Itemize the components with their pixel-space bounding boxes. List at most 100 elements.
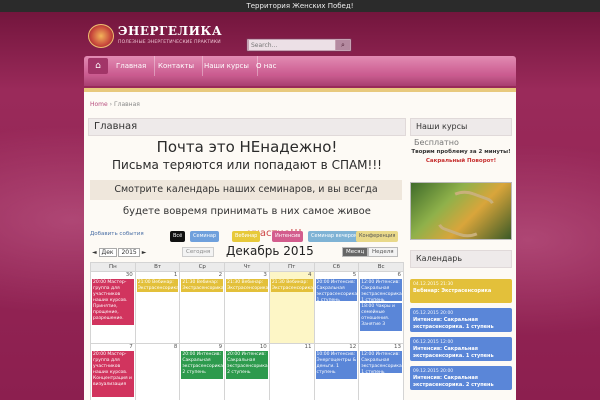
- calendar-day[interactable]: 1 21:00 Вебинар: Экстрасенсорика: [134, 271, 181, 344]
- filter-seminar[interactable]: Семинар: [190, 231, 220, 242]
- day-number: 1: [173, 272, 178, 278]
- view-month-button[interactable]: Месяц: [342, 247, 369, 257]
- calendar-event[interactable]: 18:00 Чакры и семейные отношения. Заняти…: [360, 303, 402, 331]
- weekday: Вт: [134, 262, 181, 272]
- calendar-day[interactable]: 30 20:00 Мастер-группа для участников на…: [90, 271, 136, 344]
- day-number: 9: [218, 344, 223, 350]
- calendar-day[interactable]: 3 21:30 Вебинар: Экстрасенсорика: [224, 271, 270, 344]
- sidebar-courses-title: Наши курсы: [410, 118, 512, 136]
- next-month-button[interactable]: ►: [142, 249, 147, 256]
- calendar-event[interactable]: 21:30 Вебинар: Экстрасенсорика: [226, 279, 268, 292]
- calendar-day[interactable]: 7 20:00 Мастер-группа для участников наш…: [90, 343, 136, 400]
- calendar-event[interactable]: 20:00 Интенсив: Сакральная экстрасенсори…: [181, 351, 224, 379]
- nav-item-home[interactable]: Главная: [116, 56, 156, 76]
- filter-conference[interactable]: Конференция: [356, 231, 399, 242]
- calendar-event[interactable]: 21:00 Вебинар: Экстрасенсорика: [136, 279, 179, 292]
- calendar-day[interactable]: 13 12:00 Интенсив: Сакральная экстрасенс…: [358, 343, 404, 400]
- sidebar-event[interactable]: 06.12.2015 12:00 Интенсив: Сакральная эк…: [410, 337, 512, 361]
- breadcrumb-current: Главная: [113, 101, 140, 108]
- sidebar-course-promo[interactable]: Творим проблему за 2 минуты! Сакральный …: [410, 148, 512, 166]
- calendar-day[interactable]: 12 10:00 Интенсив: Энергоцентры & деньги…: [313, 343, 360, 400]
- top-announcement-bar: Территория Женских Побед!: [0, 0, 600, 12]
- weekday-header: Пн Вт Ср Чт Пт Сб Вс: [90, 262, 404, 272]
- search-box: ⌕: [246, 38, 352, 52]
- day-number: 10: [259, 344, 267, 350]
- calendar-event[interactable]: 20:00 Интенсив: Сакральная экстрасенсори…: [226, 351, 268, 379]
- logo-subtitle: ПОЛЕЗНЫЕ ЭНЕРГЕТИЧЕСКИЕ ПРАКТИКИ: [118, 40, 221, 45]
- headline-1: Почта это НЕнадежно!: [156, 138, 338, 156]
- event-name: Интенсив: Сакральная экстрасенсорика. 1 …: [413, 346, 494, 359]
- course-image[interactable]: [410, 182, 512, 245]
- view-week-button[interactable]: Неделя: [368, 247, 398, 257]
- sidebar-event[interactable]: 05.12.2015 20:00 Интенсив: Сакральная эк…: [410, 308, 512, 332]
- main-nav: ⌂ Главная Контакты Наши курсы О нас: [84, 56, 516, 76]
- calendar-event[interactable]: 21:30 Вебинар: Экстрасенсорика: [181, 279, 224, 292]
- day-number: 2: [218, 272, 223, 278]
- sidebar-event[interactable]: 09.12.2015 20:00 Интенсив: Сакральная эк…: [410, 366, 512, 390]
- event-date: 05.12.2015 20:00: [413, 311, 454, 316]
- weekday: Пн: [90, 262, 136, 272]
- filter-evening-seminar[interactable]: Семинар вечером: [308, 231, 361, 242]
- calendar-day[interactable]: 11: [268, 343, 315, 400]
- calendar-event[interactable]: 20:00 Мастер-группа для участников наших…: [92, 279, 134, 325]
- calendar-month-title: Декабрь 2015: [226, 244, 314, 258]
- add-event-link[interactable]: Добавить события: [90, 231, 144, 237]
- today-button[interactable]: Сегодня: [182, 247, 215, 257]
- calendar-event[interactable]: 21:30 Вебинар: Экстрасенсорика: [270, 279, 313, 292]
- nav-item-about[interactable]: О нас: [256, 56, 276, 76]
- day-number: 6: [397, 272, 402, 278]
- calendar-day[interactable]: 5 20:00 Интенсив: Сакральная экстрасенсо…: [313, 271, 360, 344]
- prev-month-button[interactable]: ◄: [92, 249, 97, 256]
- content-area: Home › Главная Главная Почта это НЕнадеж…: [84, 92, 516, 400]
- sidebar-free-label: Бесплатно: [414, 138, 459, 147]
- calendar-day-today[interactable]: 4 21:30 Вебинар: Экстрасенсорика: [268, 271, 315, 344]
- day-number: 12: [349, 344, 357, 350]
- calendar-event[interactable]: 12:00 Интенсив: Сакральная экстрасенсори…: [360, 279, 402, 301]
- event-name: Интенсив: Сакральная экстрасенсорика. 1 …: [413, 317, 494, 330]
- day-number: 4: [308, 272, 312, 278]
- page-title: Главная: [88, 118, 406, 136]
- event-date: 09.12.2015 20:00: [413, 369, 454, 374]
- sidebar-event[interactable]: 04.12.2015 21:30 Вебинар: Экстрасенсорик…: [410, 279, 512, 303]
- promo-text-1: Смотрите календарь наших семинаров, и вы…: [90, 180, 402, 200]
- headline-2: Письма теряются или попадают в СПАМ!!!: [112, 158, 382, 172]
- search-icon[interactable]: ⌕: [336, 40, 350, 50]
- calendar-day[interactable]: 6 12:00 Интенсив: Сакральная экстрасенсо…: [358, 271, 404, 344]
- weekday: Вс: [358, 262, 404, 272]
- weekday: Сб: [313, 262, 360, 272]
- calendar-event[interactable]: 20:00 Интенсив: Сакральная экстрасенсори…: [315, 279, 358, 301]
- promo-text-2: будете вовремя принимать в них самое жив…: [123, 206, 371, 217]
- course-promo-line2[interactable]: Сакральный Поворот!: [410, 157, 512, 166]
- calendar-day[interactable]: 8: [134, 343, 181, 400]
- day-number: 13: [394, 344, 401, 350]
- road-image-detail: [434, 183, 498, 245]
- logo-icon[interactable]: [88, 24, 114, 48]
- filter-webinar[interactable]: Вебинар: [232, 231, 261, 242]
- month-select[interactable]: Дек: [98, 248, 117, 257]
- calendar-controls: ◄ Дек 2015 ►: [92, 248, 146, 257]
- nav-item-contacts[interactable]: Контакты: [158, 56, 204, 76]
- calendar-day[interactable]: 2 21:30 Вебинар: Экстрасенсорика: [179, 271, 226, 344]
- home-icon[interactable]: ⌂: [88, 58, 108, 74]
- course-promo-line1: Творим проблему за 2 минуты!: [411, 149, 511, 155]
- filter-all[interactable]: Всё: [170, 231, 186, 242]
- sidebar-calendar-title: Календарь: [410, 250, 512, 268]
- calendar-day[interactable]: 10 20:00 Интенсив: Сакральная экстрасенс…: [224, 343, 270, 400]
- event-date: 06.12.2015 12:00: [413, 340, 454, 345]
- event-name: Интенсив: Сакральная экстрасенсорика. 2 …: [413, 375, 494, 388]
- year-select[interactable]: 2015: [118, 248, 140, 257]
- logo-title[interactable]: ЭНЕРГЕЛИКА: [118, 24, 222, 38]
- nav-item-courses[interactable]: Наши курсы: [204, 56, 258, 76]
- search-input[interactable]: [249, 40, 335, 50]
- event-date: 04.12.2015 21:30: [413, 282, 454, 287]
- weekday: Пт: [268, 262, 315, 272]
- calendar-day[interactable]: 9 20:00 Интенсив: Сакральная экстрасенсо…: [179, 343, 226, 400]
- day-number: 3: [263, 272, 267, 278]
- day-number: 5: [352, 272, 357, 278]
- calendar-event[interactable]: 12:00 Интенсив: Сакральная экстрасенсори…: [360, 351, 402, 373]
- calendar-event[interactable]: 20:00 Мастер-группа для участников наших…: [92, 351, 134, 397]
- breadcrumb-home[interactable]: Home: [90, 101, 108, 108]
- calendar-event[interactable]: 10:00 Интенсив: Энергоцентры & деньги. 1…: [315, 351, 358, 379]
- calendar-week-2: 7 20:00 Мастер-группа для участников наш…: [90, 343, 404, 400]
- filter-intensive[interactable]: Интенсив: [272, 231, 304, 242]
